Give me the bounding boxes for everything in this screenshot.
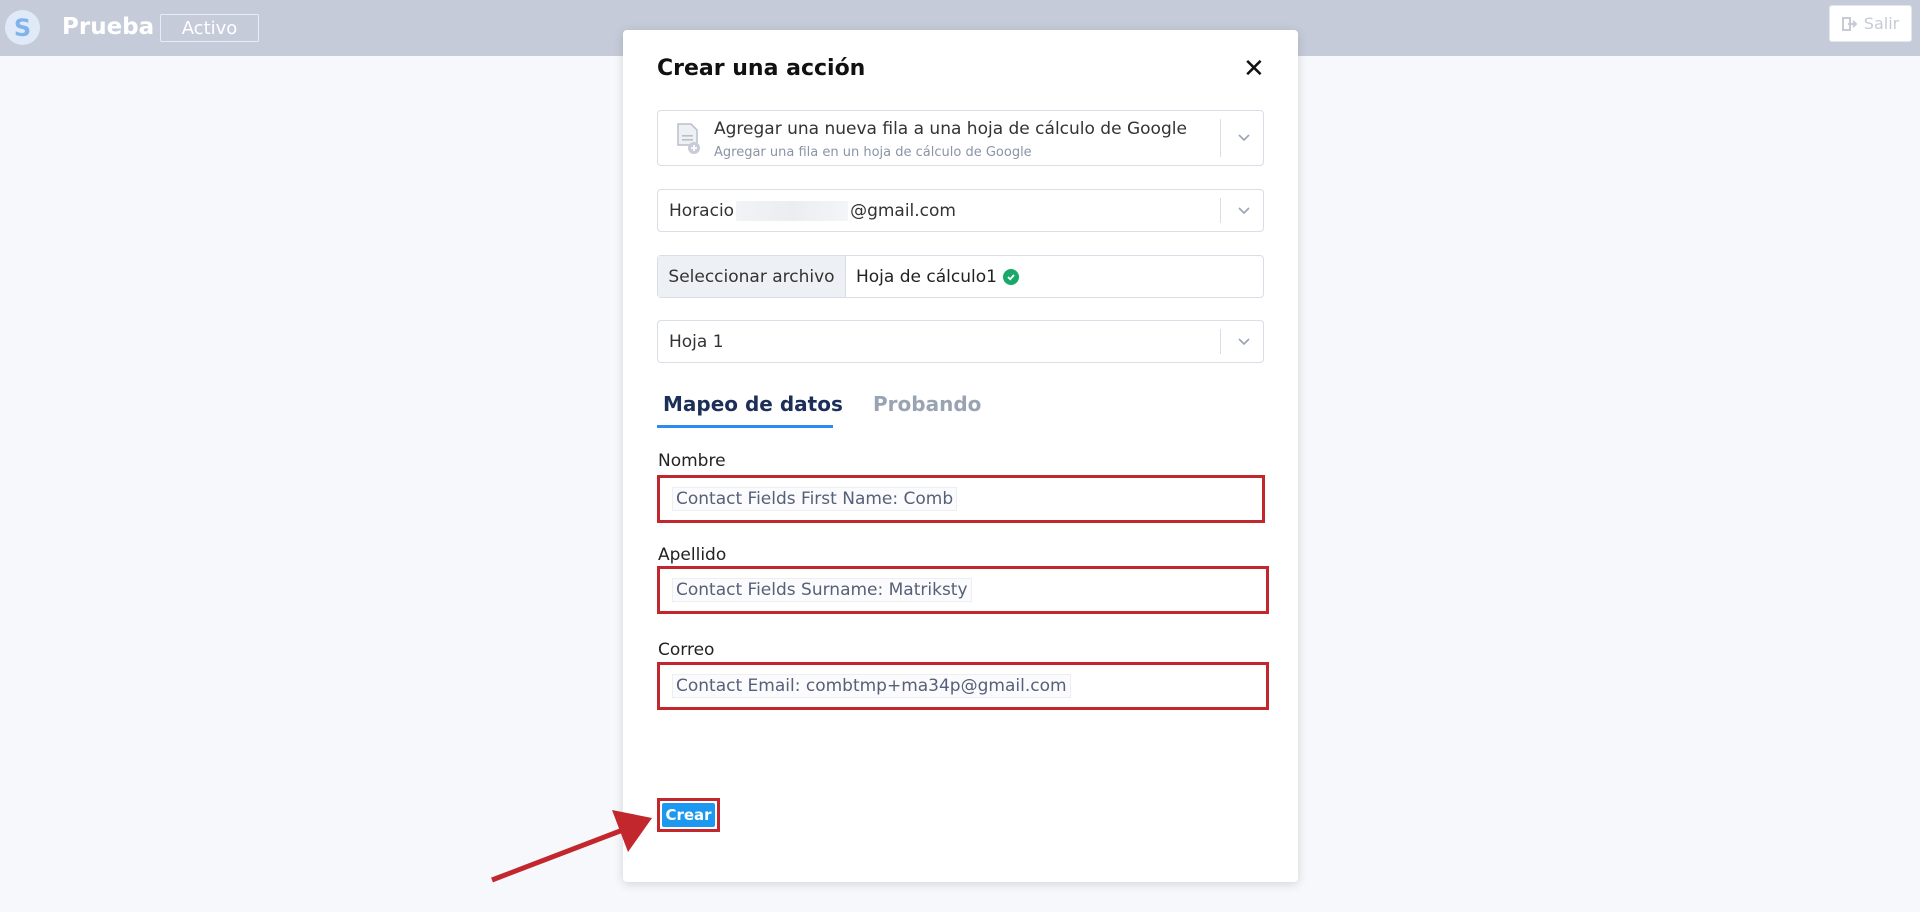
- close-icon[interactable]: ✕: [1243, 54, 1265, 84]
- chevron-down-icon[interactable]: [1237, 129, 1251, 147]
- account-name: Horacio: [669, 200, 735, 221]
- spreadsheet-add-icon: [677, 123, 700, 154]
- correo-input[interactable]: Contact Email: combtmp+ma34p@gmail.com: [657, 662, 1269, 710]
- selected-file-name: Hoja de cálculo1: [856, 266, 997, 287]
- tab-data-mapping[interactable]: Mapeo de datos: [663, 392, 843, 416]
- create-button[interactable]: Crear: [662, 803, 715, 827]
- field-label-apellido: Apellido: [658, 545, 727, 565]
- chevron-down-icon[interactable]: [1237, 333, 1251, 351]
- status-badge[interactable]: Activo: [160, 14, 259, 42]
- action-subtitle: Agregar una fila en un hoja de cálculo d…: [714, 145, 1032, 160]
- mapped-value-chip[interactable]: Contact Email: combtmp+ma34p@gmail.com: [672, 674, 1071, 698]
- account-value: Horacio @gmail.com: [669, 200, 956, 221]
- action-title: Agregar una nueva fila a una hoja de cál…: [714, 119, 1187, 139]
- selected-file: Hoja de cálculo1: [856, 267, 1019, 287]
- tab-testing[interactable]: Probando: [873, 392, 981, 416]
- select-divider: [1220, 198, 1221, 223]
- app-logo: S: [5, 10, 40, 45]
- action-select[interactable]: Agregar una nueva fila a una hoja de cál…: [657, 110, 1264, 166]
- modal-title: Crear una acción: [657, 56, 866, 81]
- account-select[interactable]: Horacio @gmail.com: [657, 189, 1264, 232]
- chevron-down-icon[interactable]: [1237, 202, 1251, 220]
- mapped-value-chip[interactable]: Contact Fields Surname: Matriksty: [672, 578, 972, 602]
- create-action-modal: Crear una acción ✕ Agregar una nueva fil…: [623, 30, 1298, 882]
- sheet-value: Hoja 1: [669, 331, 724, 352]
- logo-letter: S: [13, 13, 32, 42]
- app-name: Prueba: [62, 14, 155, 40]
- nombre-input[interactable]: Contact Fields First Name: Comb: [657, 475, 1265, 523]
- logout-button[interactable]: Salir: [1829, 5, 1912, 42]
- apellido-input[interactable]: Contact Fields Surname: Matriksty: [657, 566, 1269, 614]
- mapped-value-chip[interactable]: Contact Fields First Name: Comb: [672, 487, 958, 511]
- field-label-nombre: Nombre: [658, 451, 726, 471]
- redacted-area: [736, 200, 849, 221]
- check-circle-icon: [1002, 268, 1019, 285]
- select-file-button[interactable]: Seleccionar archivo: [658, 256, 846, 297]
- file-picker: Seleccionar archivo Hoja de cálculo1: [657, 255, 1264, 298]
- sheet-select[interactable]: Hoja 1: [657, 320, 1264, 363]
- create-button-highlight: Crear: [657, 798, 720, 832]
- logout-icon: [1841, 16, 1858, 31]
- active-tab-indicator: [657, 425, 833, 428]
- select-divider: [1220, 119, 1221, 157]
- logout-label: Salir: [1863, 14, 1900, 33]
- select-divider: [1220, 329, 1221, 354]
- account-domain: @gmail.com: [850, 200, 956, 221]
- field-label-correo: Correo: [658, 640, 715, 660]
